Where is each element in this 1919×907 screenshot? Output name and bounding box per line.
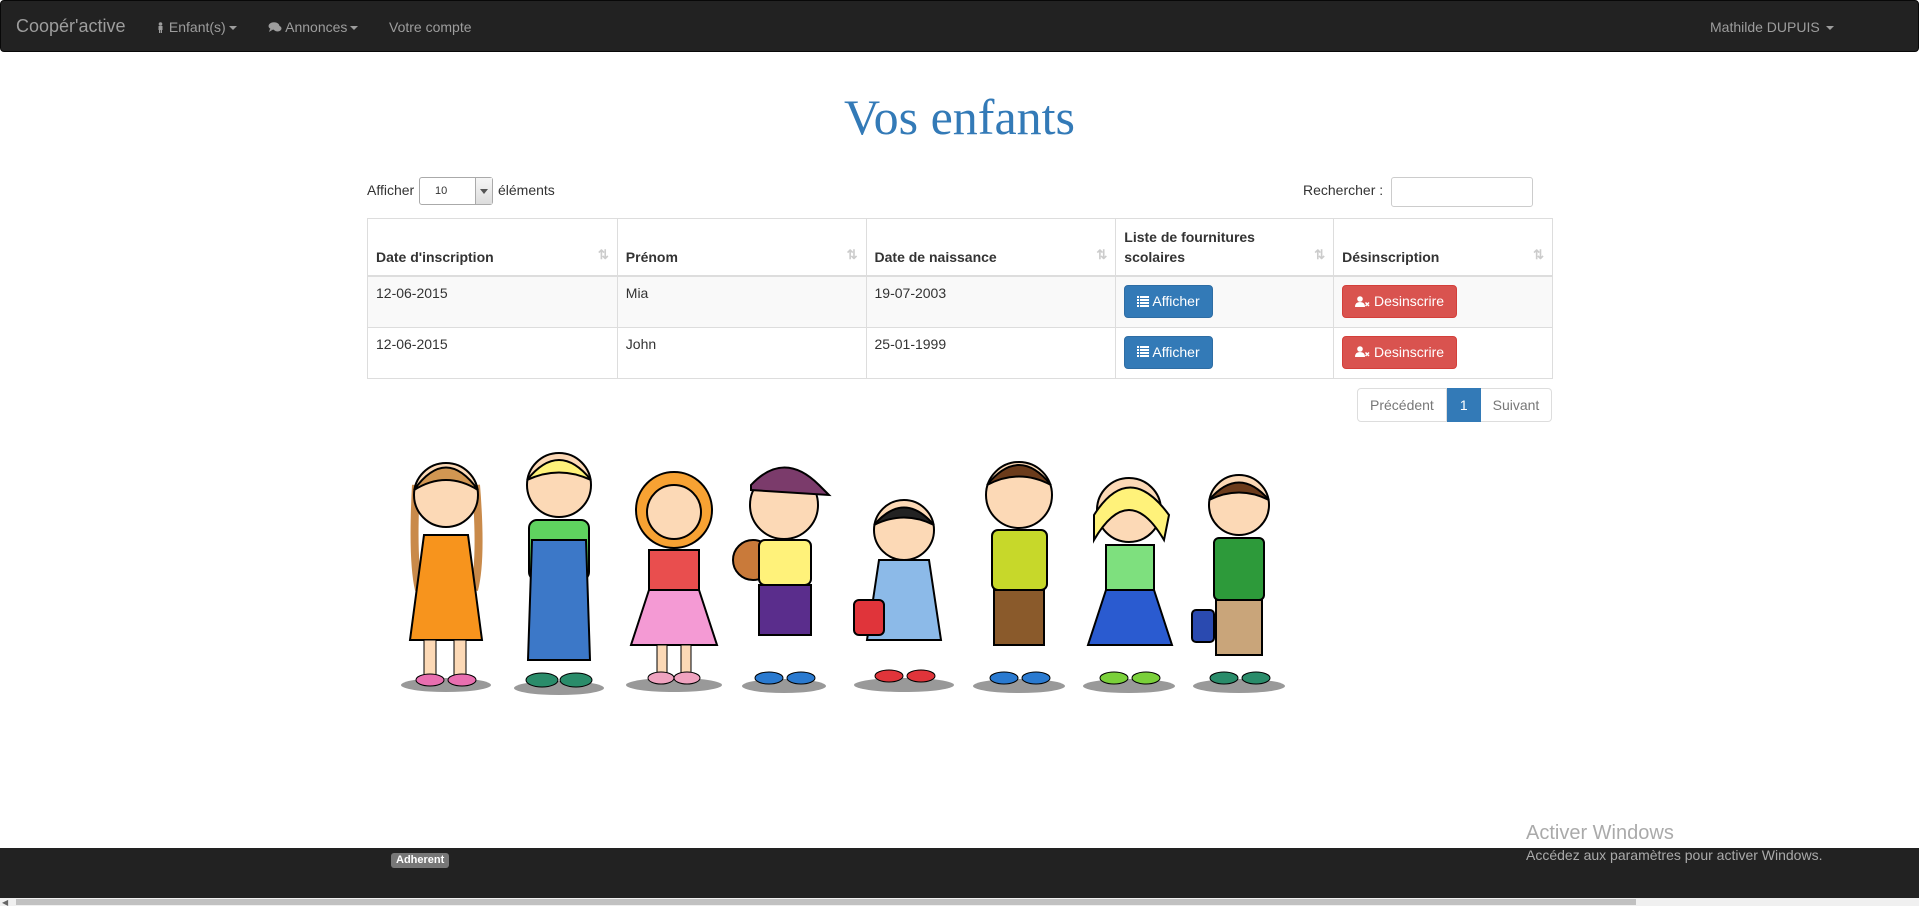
pagination: Précédent 1 Suivant xyxy=(1357,388,1553,422)
role-badge: Adherent xyxy=(391,853,450,868)
sort-icon: ⇅ xyxy=(846,247,858,262)
desinscrire-button[interactable]: Desinscrire xyxy=(1342,285,1458,318)
top-navbar: Coopér'active Enfant(s) Annonces Votre c… xyxy=(0,0,1919,52)
desinscrire-label: Desinscrire xyxy=(1374,343,1445,360)
column-header-label: Désinscription xyxy=(1342,249,1440,265)
nav-enfants-label: Enfant(s) xyxy=(168,19,226,35)
watermark-title: Activer Windows xyxy=(1526,822,1674,844)
children-illustration xyxy=(401,452,1285,695)
brand-link[interactable]: Coopér'active xyxy=(16,16,126,37)
nav-annonces-label: Annonces xyxy=(285,19,348,35)
user-remove-icon xyxy=(1355,287,1370,318)
afficher-button[interactable]: Afficher xyxy=(1124,285,1213,318)
length-prefix: Afficher xyxy=(367,182,415,198)
sort-icon: ⇅ xyxy=(1533,247,1544,262)
kid-figure xyxy=(973,461,1065,693)
search-label: Rechercher : xyxy=(1303,182,1384,198)
kid-figure xyxy=(514,452,604,695)
column-header-label: Date de naissance xyxy=(874,249,997,265)
cell-fournitures: Afficher xyxy=(1115,326,1335,379)
comments-icon xyxy=(268,20,282,36)
afficher-label: Afficher xyxy=(1152,343,1200,360)
chevron-down-icon xyxy=(350,26,359,31)
afficher-button[interactable]: Afficher xyxy=(1124,335,1213,369)
children-table: Date d'inscription ⇅ Prénom ⇅ Date de nais… xyxy=(367,218,1553,379)
cell-fournitures: Afficher xyxy=(1115,275,1335,328)
cell-date-inscription: 12-06-2015 xyxy=(367,275,618,328)
pagination-page-1[interactable]: 1 xyxy=(1446,388,1481,422)
user-menu-dropdown[interactable]: Mathilde DUPUIS xyxy=(1710,19,1834,35)
afficher-label: Afficher xyxy=(1152,293,1200,309)
kid-figure xyxy=(626,471,722,692)
nav-votre-compte[interactable]: Votre compte xyxy=(389,19,472,35)
page-length-select[interactable]: 10 xyxy=(419,177,493,205)
column-header-label: Date d'inscription xyxy=(376,249,494,265)
pagination-previous[interactable]: Précédent xyxy=(1357,388,1447,422)
scrollbar-thumb[interactable] xyxy=(16,899,1636,905)
sort-icon: ⇅ xyxy=(597,247,609,262)
child-icon xyxy=(156,20,165,36)
column-header-date-naissance[interactable]: Date de naissance ⇅ xyxy=(865,218,1117,277)
cell-prenom: Mia xyxy=(616,275,867,328)
desinscrire-button[interactable]: Desinscrire xyxy=(1342,335,1458,369)
cell-prenom: John xyxy=(616,326,867,379)
page-title: Vos enfants xyxy=(843,89,1075,145)
kid-figure xyxy=(401,462,491,692)
user-remove-icon xyxy=(1355,337,1370,368)
windows-activation-watermark: Activer Windows Accédez aux paramètres p… xyxy=(1526,822,1822,863)
chevron-down-icon xyxy=(228,26,237,31)
cell-desinscription: Desinscrire xyxy=(1333,275,1553,328)
cell-desinscription: Desinscrire xyxy=(1333,326,1553,379)
page-length-value: 10 xyxy=(435,185,448,197)
chevron-down-icon xyxy=(1825,26,1834,31)
watermark-subtitle: Accédez aux paramètres pour activer Wind… xyxy=(1526,847,1823,863)
column-header-date-inscription[interactable]: Date d'inscription ⇅ xyxy=(367,218,618,277)
cell-date-naissance: 19-07-2003 xyxy=(865,275,1117,328)
desinscrire-label: Desinscrire xyxy=(1374,293,1445,309)
kid-figure xyxy=(732,466,832,693)
nav-enfants-dropdown[interactable]: Enfant(s) xyxy=(156,19,237,36)
cell-date-naissance: 25-01-1999 xyxy=(865,326,1117,379)
table-row: 12-06-2015 John 25-01-1999 Afficher Desi… xyxy=(367,326,1553,379)
column-header-fournitures[interactable]: Liste de fournitures scolaires ⇅ xyxy=(1115,218,1335,277)
cell-date-inscription: 12-06-2015 xyxy=(367,326,618,379)
kid-figure xyxy=(1191,474,1285,693)
sort-icon: ⇅ xyxy=(1096,247,1108,262)
table-row: 12-06-2015 Mia 19-07-2003 Afficher Desin… xyxy=(367,275,1553,328)
table-header-row: Date d'inscription ⇅ Prénom ⇅ Date de nais… xyxy=(367,218,1553,277)
list-icon xyxy=(1137,337,1150,368)
search-input[interactable] xyxy=(1391,177,1533,207)
column-header-label: Prénom xyxy=(625,249,678,265)
sort-icon: ⇅ xyxy=(1314,247,1326,262)
column-header-desinscription[interactable]: Désinscription ⇅ xyxy=(1333,218,1553,277)
kid-figure xyxy=(1083,477,1175,693)
column-header-label: Liste de fournitures scolaires xyxy=(1124,229,1255,265)
pagination-next[interactable]: Suivant xyxy=(1480,388,1553,422)
column-header-prenom[interactable]: Prénom ⇅ xyxy=(616,218,867,277)
list-icon xyxy=(1137,287,1150,318)
kid-figure xyxy=(853,499,954,692)
chevron-down-icon xyxy=(475,178,492,204)
user-name: Mathilde DUPUIS xyxy=(1710,19,1820,35)
horizontal-scrollbar[interactable]: ◀ xyxy=(0,898,1919,907)
nav-annonces-dropdown[interactable]: Annonces xyxy=(268,19,359,36)
length-suffix: éléments xyxy=(498,182,555,198)
